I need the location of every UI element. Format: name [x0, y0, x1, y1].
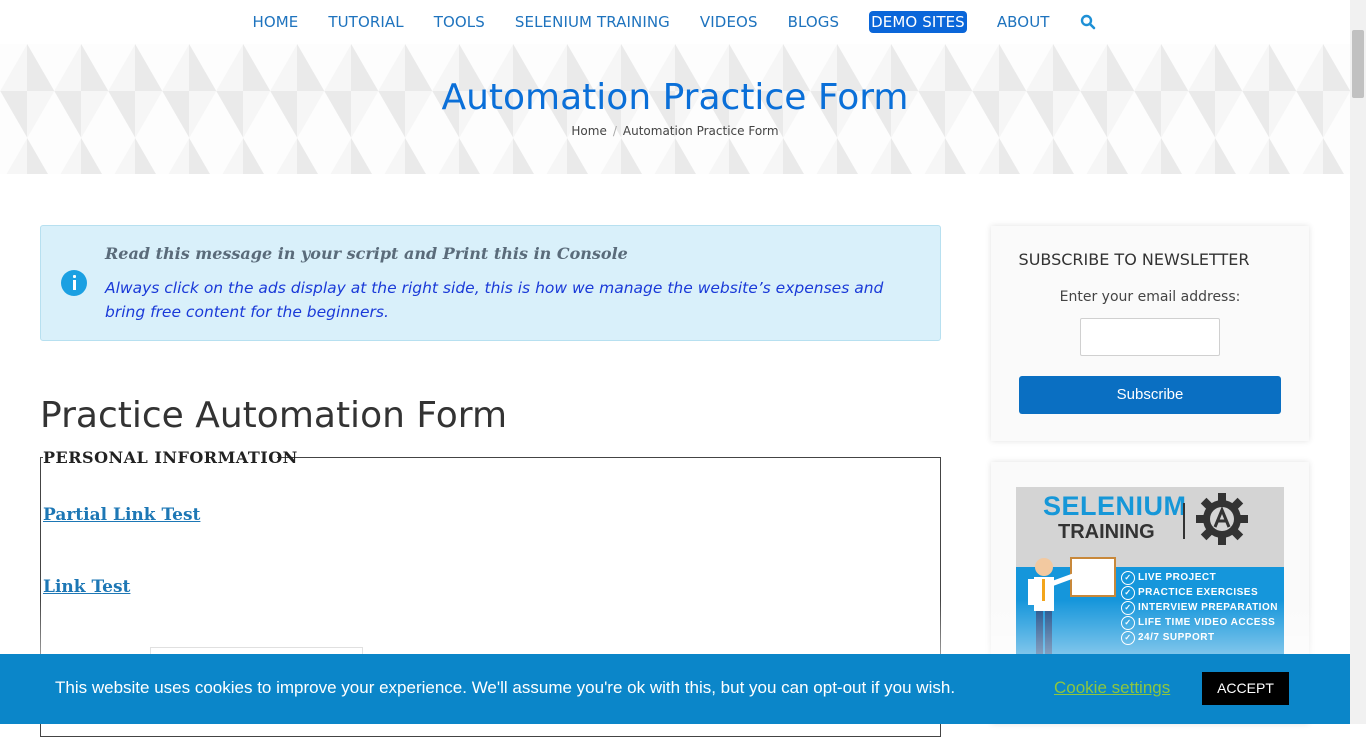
- cookie-message: This website uses cookies to improve you…: [55, 678, 956, 697]
- nav-item-demo-sites-label: DEMO SITES: [869, 11, 967, 33]
- ad-feature: PRACTICE EXERCISES: [1121, 586, 1258, 600]
- nav-item-blogs[interactable]: BLOGS: [773, 13, 855, 31]
- ad-feature: LIVE PROJECT: [1121, 571, 1216, 585]
- ad-title-line2: TRAINING: [1058, 521, 1155, 543]
- breadcrumb: Home / Automation Practice Form: [0, 124, 1350, 138]
- nav-item-tutorial[interactable]: TUTORIAL: [313, 13, 418, 31]
- breadcrumb-home-link[interactable]: Home: [571, 124, 606, 138]
- ad-feature: INTERVIEW PREPARATION: [1121, 601, 1278, 615]
- nav-item-videos[interactable]: VIDEOS: [685, 13, 773, 31]
- gear-logo-icon: [1196, 493, 1248, 545]
- nav-search-button[interactable]: [1065, 14, 1111, 30]
- accept-cookies-button[interactable]: ACCEPT: [1202, 672, 1289, 705]
- partial-link-test-link[interactable]: Partial Link Test: [43, 505, 200, 525]
- cookie-consent-bar: This website uses cookies to improve you…: [0, 654, 1350, 724]
- newsletter-widget: SUBSCRIBE TO NEWSLETTER Enter your email…: [991, 226, 1309, 441]
- nav-item-home[interactable]: HOME: [237, 13, 313, 31]
- ad-divider: [1183, 503, 1185, 539]
- search-icon: [1080, 14, 1096, 30]
- cookie-settings-link[interactable]: Cookie settings: [1054, 678, 1170, 698]
- ad-feature: 24/7 SUPPORT: [1121, 631, 1215, 645]
- nav-item-about[interactable]: ABOUT: [982, 13, 1065, 31]
- ad-feature: LIFE TIME VIDEO ACCESS: [1121, 616, 1275, 630]
- nav-item-selenium-training[interactable]: SELENIUM TRAINING: [500, 13, 685, 31]
- link-test-link[interactable]: Link Test: [43, 577, 130, 597]
- info-message-title: Read this message in your script and Pri…: [105, 244, 628, 263]
- nav-menu: HOME TUTORIAL TOOLS SELENIUM TRAINING VI…: [237, 11, 1111, 33]
- breadcrumb-separator: /: [612, 124, 617, 138]
- info-icon: [61, 270, 87, 296]
- scrollbar-thumb[interactable]: [1352, 30, 1364, 98]
- breadcrumb-current: Automation Practice Form: [622, 124, 779, 138]
- page-title-banner: Automation Practice Form Home / Automation…: [0, 44, 1350, 174]
- nav-item-demo-sites[interactable]: DEMO SITES: [854, 11, 982, 33]
- page-title: Automation Practice Form: [441, 77, 909, 118]
- fieldset-legend: PERSONAL INFORMATION: [43, 448, 298, 467]
- newsletter-title: SUBSCRIBE TO NEWSLETTER: [1018, 250, 1250, 269]
- ad-title-line1: SELENIUM: [1043, 491, 1187, 521]
- email-label: Enter your email address:: [1059, 289, 1241, 305]
- email-field[interactable]: [1080, 318, 1220, 356]
- nav-item-tools[interactable]: TOOLS: [419, 13, 500, 31]
- info-message-box: Read this message in your script and Pri…: [40, 225, 941, 341]
- form-heading: Practice Automation Form: [40, 395, 508, 436]
- info-message-text: Always click on the ads display at the r…: [105, 279, 884, 321]
- fieldset-border: [277, 457, 940, 458]
- page-scrollbar[interactable]: [1350, 0, 1366, 724]
- subscribe-button[interactable]: Subscribe: [1019, 376, 1281, 414]
- top-navigation: HOME TUTORIAL TOOLS SELENIUM TRAINING VI…: [0, 0, 1350, 44]
